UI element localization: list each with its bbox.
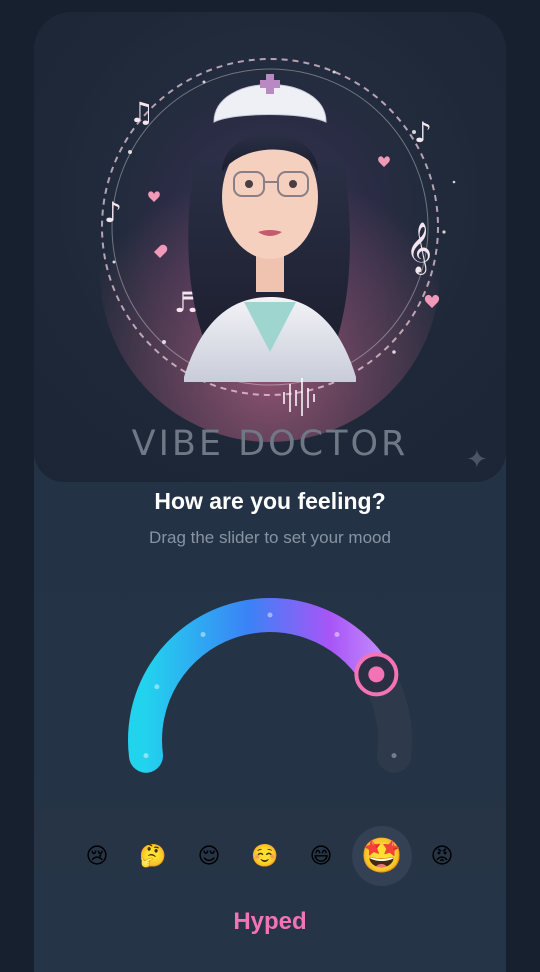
star-struck-icon[interactable]: 🤩 — [352, 826, 412, 886]
angry-face-icon[interactable]: 😡 — [412, 826, 472, 886]
grinning-face-icon[interactable]: 😄 — [291, 826, 351, 886]
slider-fill — [128, 598, 394, 773]
slider-tick — [334, 631, 340, 637]
slider-thumb[interactable] — [354, 652, 399, 697]
slider-tick — [143, 753, 149, 759]
crying-face-icon[interactable]: 😢 — [67, 826, 127, 886]
slider-tick — [391, 753, 397, 759]
thinking-face-icon[interactable]: 🤔 — [123, 826, 183, 886]
relieved-face-icon[interactable]: 😌 — [179, 826, 239, 886]
mood-emoji-row: 😢 🤔 😌 ☺️ 😄 🤩 😡 — [0, 826, 540, 886]
selected-mood-label: Hyped — [233, 908, 307, 935]
slider-tick — [154, 684, 160, 690]
slider-tick — [200, 631, 206, 637]
slider-tick — [267, 612, 273, 618]
smiling-face-icon[interactable]: ☺️ — [235, 826, 295, 886]
mood-slider[interactable] — [0, 0, 540, 960]
